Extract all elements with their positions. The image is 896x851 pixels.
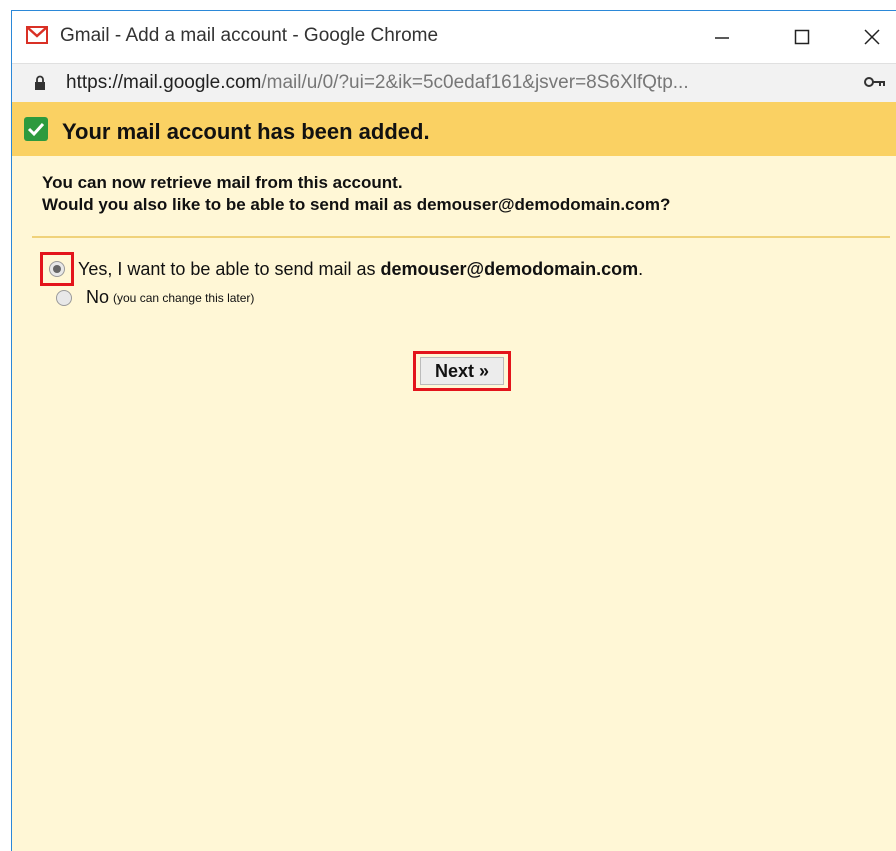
option-yes[interactable]: Yes, I want to be able to send mail as d… xyxy=(40,252,643,286)
yes-label-prefix: Yes, I want to be able to send mail as xyxy=(78,258,381,279)
yes-radio-button[interactable] xyxy=(49,261,65,277)
maximize-button[interactable] xyxy=(782,19,822,55)
no-hint: (you can change this later) xyxy=(113,290,255,305)
intro-line-1: You can now retrieve mail from this acco… xyxy=(42,173,403,192)
intro-line-2: Would you also like to be able to send m… xyxy=(42,195,671,214)
key-icon[interactable] xyxy=(864,76,886,88)
next-button[interactable]: Next » xyxy=(420,357,504,385)
option-no[interactable]: No (you can change this later) xyxy=(56,287,254,308)
banner-title: Your mail account has been added. xyxy=(62,119,430,144)
lock-icon xyxy=(35,75,45,90)
next-button-highlight: Next » xyxy=(413,351,511,391)
success-banner: Your mail account has been added. xyxy=(12,102,896,156)
intro-text: You can now retrieve mail from this acco… xyxy=(42,172,670,216)
gmail-logo-icon xyxy=(26,26,48,44)
page-content: Your mail account has been added. You ca… xyxy=(12,102,896,851)
minimize-button[interactable] xyxy=(702,19,742,55)
window-title: Gmail - Add a mail account - Google Chro… xyxy=(60,25,439,46)
yes-radio-highlight xyxy=(40,252,74,286)
url-host: https://mail.google.com xyxy=(66,72,262,93)
url-path: /mail/u/0/?ui=2&ik=5c0edaf161&jsver=8S6X… xyxy=(261,72,689,93)
yes-label-suffix: . xyxy=(638,258,644,279)
section-divider xyxy=(32,236,890,238)
close-icon xyxy=(864,29,880,45)
title-bar: Gmail - Add a mail account - Google Chro… xyxy=(12,11,896,63)
checkmark-icon xyxy=(24,117,48,141)
url-text[interactable]: https://mail.google.com/mail/u/0/?ui=2&i… xyxy=(66,72,689,94)
no-radio-button[interactable] xyxy=(56,289,72,306)
no-label[interactable]: No xyxy=(86,287,109,308)
maximize-icon xyxy=(794,29,810,45)
yes-label[interactable]: Yes, I want to be able to send mail as d… xyxy=(78,259,643,280)
radio-selected-dot xyxy=(53,265,61,273)
close-button[interactable] xyxy=(852,19,892,55)
browser-window: Gmail - Add a mail account - Google Chro… xyxy=(11,10,896,851)
yes-label-email: demouser@demodomain.com xyxy=(380,258,639,279)
minimize-icon xyxy=(715,37,729,39)
address-bar[interactable]: https://mail.google.com/mail/u/0/?ui=2&i… xyxy=(12,63,896,103)
